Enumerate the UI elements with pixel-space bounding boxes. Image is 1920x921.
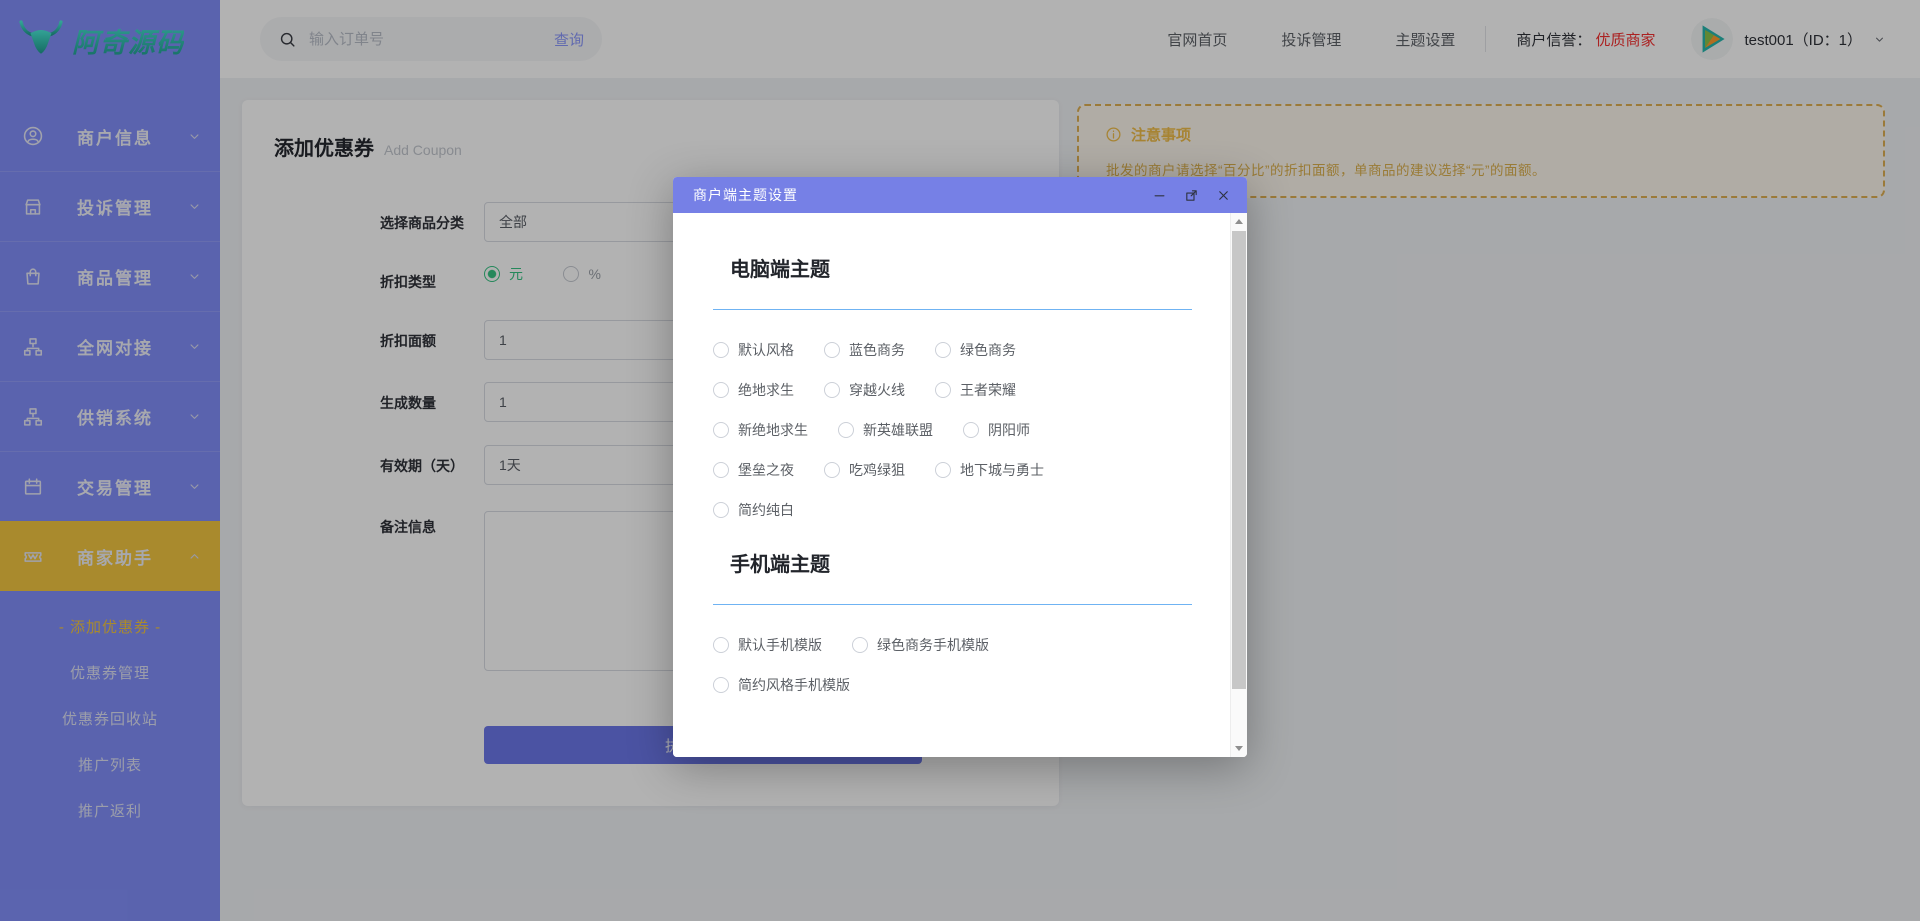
option-rows: 默认手机模版 绿色商务手机模版简约风格手机模版 [713, 637, 1192, 693]
window-controls [1147, 183, 1235, 207]
close-icon [1216, 188, 1231, 203]
radio-circle-icon [963, 422, 979, 438]
radio-circle-icon [713, 637, 729, 653]
theme-option-label: 穿越火线 [849, 380, 905, 400]
theme-option-radio[interactable]: 默认风格 [713, 340, 794, 360]
theme-option-label: 新绝地求生 [738, 420, 808, 440]
theme-option-radio[interactable]: 蓝色商务 [824, 340, 905, 360]
theme-option-radio[interactable]: 阴阳师 [963, 420, 1030, 440]
radio-circle-icon [935, 342, 951, 358]
option-row: 默认手机模版 绿色商务手机模版 [713, 637, 1192, 653]
theme-option-radio[interactable]: 地下城与勇士 [935, 460, 1044, 480]
theme-section-0: 电脑端主题默认风格 蓝色商务 绿色商务绝地求生 穿越火线 王者荣耀新绝地求生 新英雄联盟 阴… [713, 257, 1192, 518]
option-row: 默认风格 蓝色商务 绿色商务 [713, 342, 1192, 358]
theme-option-label: 默认风格 [738, 340, 794, 360]
theme-option-label: 地下城与勇士 [960, 460, 1044, 480]
radio-circle-icon [713, 422, 729, 438]
option-row: 堡垒之夜 吃鸡绿狙 地下城与勇士 [713, 462, 1192, 478]
theme-option-radio[interactable]: 默认手机模版 [713, 635, 822, 655]
option-row: 简约风格手机模版 [713, 677, 1192, 693]
modal-content: 电脑端主题默认风格 蓝色商务 绿色商务绝地求生 穿越火线 王者荣耀新绝地求生 新英雄联盟 阴… [673, 213, 1247, 693]
radio-circle-icon [713, 462, 729, 478]
expand-icon [1184, 188, 1199, 203]
radio-circle-icon [824, 342, 840, 358]
theme-option-radio[interactable]: 王者荣耀 [935, 380, 1016, 400]
option-row: 新绝地求生 新英雄联盟 阴阳师 [713, 422, 1192, 438]
theme-option-label: 新英雄联盟 [863, 420, 933, 440]
theme-option-radio[interactable]: 堡垒之夜 [713, 460, 794, 480]
theme-option-radio[interactable]: 简约风格手机模版 [713, 675, 850, 695]
modal-titlebar[interactable]: 商户端主题设置 [673, 177, 1247, 213]
radio-circle-icon [852, 637, 868, 653]
section-underline [713, 309, 1192, 310]
theme-option-label: 堡垒之夜 [738, 460, 794, 480]
theme-option-radio[interactable]: 绿色商务 [935, 340, 1016, 360]
modal-body: 电脑端主题默认风格 蓝色商务 绿色商务绝地求生 穿越火线 王者荣耀新绝地求生 新英雄联盟 阴… [673, 213, 1247, 757]
radio-circle-icon [713, 677, 729, 693]
radio-circle-icon [713, 342, 729, 358]
radio-circle-icon [935, 462, 951, 478]
app-root: 阿奇源码 商户信息投诉管理商品管理全网对接供销系统交易管理商家助手 - 添加优惠… [0, 0, 1920, 921]
theme-option-label: 蓝色商务 [849, 340, 905, 360]
close-button[interactable] [1211, 183, 1235, 207]
maximize-button[interactable] [1179, 183, 1203, 207]
theme-section-1: 手机端主题默认手机模版 绿色商务手机模版简约风格手机模版 [713, 552, 1192, 693]
scroll-up-icon[interactable] [1231, 213, 1247, 230]
radio-circle-icon [824, 382, 840, 398]
section-underline [713, 604, 1192, 605]
theme-option-radio[interactable]: 吃鸡绿狙 [824, 460, 905, 480]
theme-option-radio[interactable]: 绝地求生 [713, 380, 794, 400]
theme-option-radio[interactable]: 新英雄联盟 [838, 420, 933, 440]
theme-option-label: 阴阳师 [988, 420, 1030, 440]
theme-option-label: 默认手机模版 [738, 635, 822, 655]
theme-option-label: 绿色商务手机模版 [877, 635, 989, 655]
option-row: 绝地求生 穿越火线 王者荣耀 [713, 382, 1192, 398]
scroll-down-icon[interactable] [1231, 740, 1247, 757]
minimize-button[interactable] [1147, 183, 1171, 207]
theme-option-label: 简约风格手机模版 [738, 675, 850, 695]
radio-circle-icon [838, 422, 854, 438]
section-heading: 手机端主题 [730, 552, 1192, 579]
scrollbar-thumb[interactable] [1232, 231, 1246, 689]
modal-title: 商户端主题设置 [693, 185, 798, 205]
option-row: 简约纯白 [713, 502, 1192, 518]
theme-option-label: 简约纯白 [738, 500, 794, 520]
minimize-icon [1152, 188, 1167, 203]
section-heading: 电脑端主题 [730, 257, 1192, 284]
theme-option-label: 绿色商务 [960, 340, 1016, 360]
theme-option-radio[interactable]: 简约纯白 [713, 500, 794, 520]
option-rows: 默认风格 蓝色商务 绿色商务绝地求生 穿越火线 王者荣耀新绝地求生 新英雄联盟 阴阳师堡垒之… [713, 342, 1192, 518]
theme-option-label: 吃鸡绿狙 [849, 460, 905, 480]
theme-option-label: 绝地求生 [738, 380, 794, 400]
radio-circle-icon [935, 382, 951, 398]
radio-circle-icon [713, 382, 729, 398]
theme-option-label: 王者荣耀 [960, 380, 1016, 400]
theme-option-radio[interactable]: 穿越火线 [824, 380, 905, 400]
modal-scrollbar[interactable] [1230, 213, 1247, 757]
radio-circle-icon [713, 502, 729, 518]
theme-option-radio[interactable]: 新绝地求生 [713, 420, 808, 440]
radio-circle-icon [824, 462, 840, 478]
theme-option-radio[interactable]: 绿色商务手机模版 [852, 635, 989, 655]
theme-settings-modal: 商户端主题设置 电脑端主题默认风格 蓝色商务 绿色商务绝地求生 穿越火线 王者荣耀新绝地… [673, 177, 1247, 757]
